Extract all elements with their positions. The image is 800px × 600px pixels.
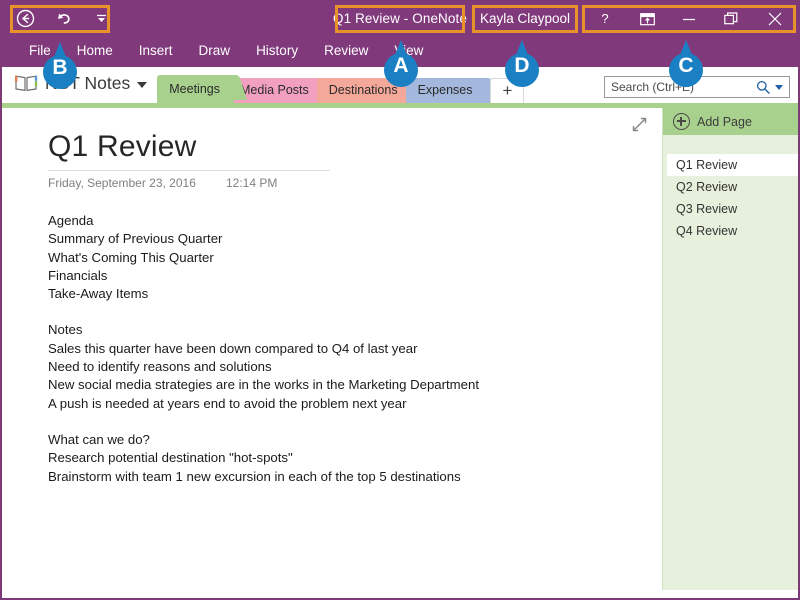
page-list-item-label: Q2 Review: [676, 180, 738, 194]
search-chevron-down-icon[interactable]: [775, 84, 783, 90]
page-list-item-q4-review[interactable]: Q4 Review: [663, 220, 798, 242]
ribbon-tab-history[interactable]: History: [243, 35, 311, 67]
add-page-label: Add Page: [697, 114, 752, 129]
section-tab-label: Expenses: [417, 83, 473, 97]
expand-page-icon[interactable]: [631, 116, 648, 138]
callout-pin-d: D: [500, 40, 544, 92]
close-button[interactable]: [752, 2, 798, 35]
ribbon-display-options-button[interactable]: [626, 2, 668, 35]
help-icon: ?: [601, 11, 609, 26]
minimize-icon: [683, 18, 695, 20]
note-line: Sales this quarter have been down compar…: [48, 340, 418, 356]
callout-letter: B: [52, 56, 68, 79]
notebook-icon: [15, 75, 38, 91]
ribbon-tab-draw[interactable]: Draw: [186, 35, 244, 67]
note-line: Financials: [48, 267, 108, 283]
note-line: Summary of Previous Quarter: [48, 231, 223, 247]
title-bar-right: Kayla Claypool ?: [466, 2, 798, 35]
note-line: Take-Away Items: [48, 286, 149, 302]
minimize-button[interactable]: [668, 2, 710, 35]
note-block-agenda[interactable]: Agenda Summary of Previous Quarter What'…: [48, 212, 662, 303]
note-line: What can we do?: [48, 431, 150, 447]
page-list-item-label: Q3 Review: [676, 202, 738, 216]
ribbon-display-options-icon: [639, 12, 655, 25]
note-line: A push is needed at years end to avoid t…: [48, 395, 407, 411]
note-line: Agenda: [48, 213, 94, 228]
restore-button[interactable]: [710, 2, 752, 35]
callout-pin-a: A: [379, 40, 423, 92]
callout-letter: C: [678, 54, 694, 77]
callout-pin-b: B: [38, 42, 82, 94]
add-page-button[interactable]: Add Page: [663, 108, 798, 135]
ribbon-tab-review[interactable]: Review: [311, 35, 381, 67]
note-line: Research potential destination "hot-spot…: [48, 450, 293, 466]
page-list-item-q3-review[interactable]: Q3 Review: [663, 198, 798, 220]
note-line: Notes: [48, 322, 83, 338]
note-line: Need to identify reasons and solutions: [48, 359, 272, 375]
notebook-chevron-down-icon[interactable]: [137, 82, 148, 88]
page-list-item-q2-review[interactable]: Q2 Review: [663, 176, 798, 198]
window-title-text: Q1 Review - OneNote: [333, 11, 467, 26]
add-page-icon: [673, 113, 690, 130]
note-content[interactable]: Agenda Summary of Previous Quarter What'…: [48, 212, 662, 486]
note-line: New social media strategies are in the w…: [48, 377, 479, 393]
note-block-what-can-we-do[interactable]: What can we do? Research potential desti…: [48, 431, 662, 486]
page-list: Add Page Q1 Review Q2 Review Q3 Review Q…: [662, 108, 798, 590]
page-date[interactable]: Friday, September 23, 2016: [48, 176, 226, 190]
page-list-spacer: [663, 135, 798, 154]
title-bar: Q1 Review - OneNote Kayla Claypool ?: [2, 2, 798, 35]
section-tab-label: Meetings: [169, 82, 220, 96]
quick-access-toolbar: [14, 8, 112, 30]
main-body: Q1 Review Friday, September 23, 2016 12:…: [2, 108, 798, 590]
callout-letter: A: [393, 54, 409, 77]
search-icon[interactable]: [756, 80, 770, 94]
section-tab-label: Media Posts: [240, 83, 309, 97]
callout-letter: D: [514, 54, 530, 77]
close-icon: [768, 12, 782, 25]
callout-pin-c: C: [664, 40, 708, 92]
restore-icon: [724, 12, 738, 25]
account-name[interactable]: Kayla Claypool: [466, 11, 584, 26]
note-line: Brainstorm with team 1 new excursion in …: [48, 468, 461, 484]
section-tabs: Meetings Media Posts Destinations Expens…: [157, 67, 525, 103]
page-list-item-label: Q4 Review: [676, 224, 738, 238]
page-list-item-label: Q1 Review: [676, 158, 738, 172]
onenote-window: Q1 Review - OneNote Kayla Claypool ? Fil…: [0, 0, 800, 600]
back-icon[interactable]: [14, 8, 36, 30]
undo-icon[interactable]: [52, 8, 74, 30]
page-canvas[interactable]: Q1 Review Friday, September 23, 2016 12:…: [2, 108, 662, 590]
customize-quick-access-icon[interactable]: [90, 8, 112, 30]
page-list-item-q1-review[interactable]: Q1 Review: [667, 154, 798, 176]
help-button[interactable]: ?: [584, 2, 626, 35]
page-time[interactable]: 12:14 PM: [226, 176, 277, 190]
section-tab-meetings[interactable]: Meetings: [157, 75, 234, 103]
ribbon-tab-insert[interactable]: Insert: [126, 35, 186, 67]
page-meta: Friday, September 23, 2016 12:14 PM: [48, 170, 330, 190]
page-title[interactable]: Q1 Review: [48, 130, 662, 164]
note-line: What's Coming This Quarter: [48, 249, 214, 265]
note-block-notes[interactable]: Notes Sales this quarter have been down …: [48, 321, 662, 412]
